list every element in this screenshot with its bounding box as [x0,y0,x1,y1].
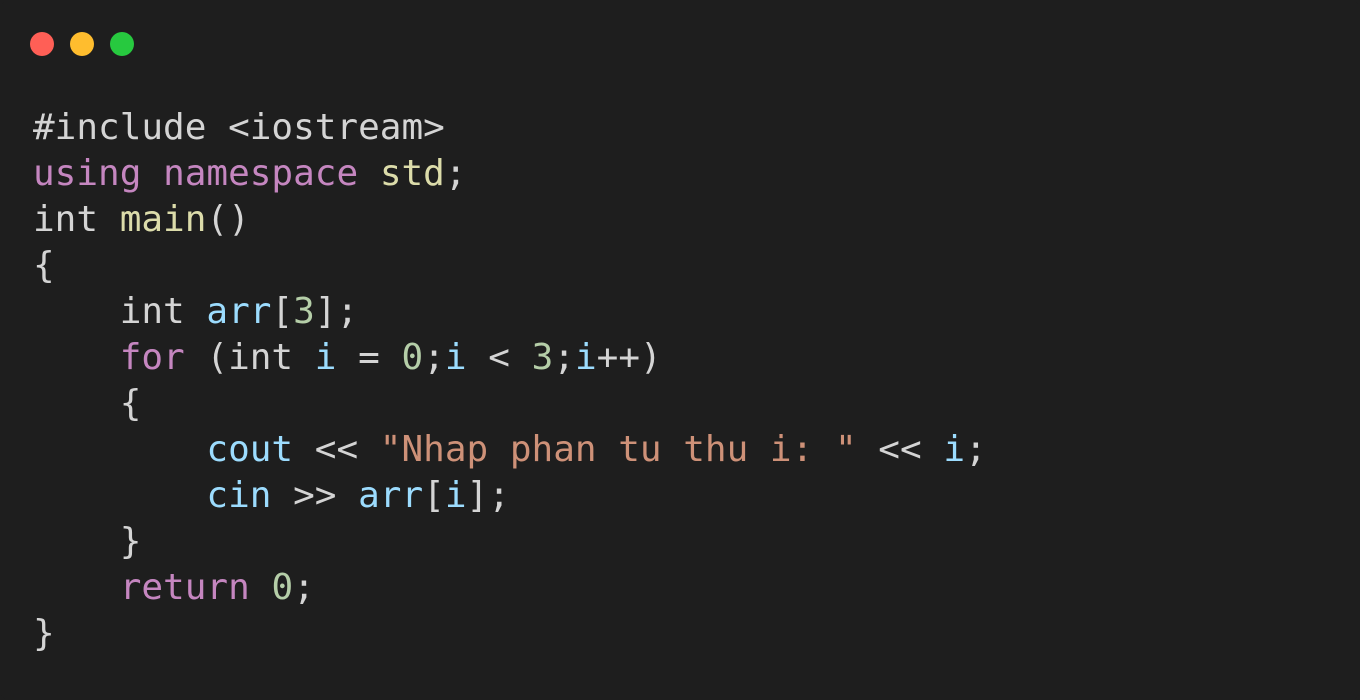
code-token: < [466,337,532,378]
code-token: return [119,567,250,608]
code-token: { [33,245,55,286]
code-token: int [33,291,207,332]
code-line: int arr[3]; [33,289,987,335]
code-line: return 0; [33,565,987,611]
code-token: [ [423,475,445,516]
code-token: ; [444,153,467,194]
code-token: () [206,199,250,240]
code-line: using namespace std; [33,151,987,197]
code-block: #include <iostream> using namespace std; i… [33,105,987,657]
code-line: int main() [33,197,987,243]
code-line: for (int i = 0;i < 3;i++) [33,335,987,381]
code-token: [ [271,291,294,332]
code-token: >> [271,475,359,516]
code-token: ; [553,337,575,378]
code-token: ; [423,337,445,378]
code-token: ]; [466,475,510,516]
code-token: namespace [163,153,359,194]
code-token: ]; [314,291,359,332]
code-line: { [33,243,987,289]
code-token: ++) [596,337,662,378]
code-token: } [33,521,142,562]
code-token: i [574,337,597,378]
code-token: std [379,153,445,194]
code-token: 3 [293,291,315,332]
close-button[interactable] [30,32,54,56]
window-controls [30,32,134,56]
code-token: cin [206,475,272,516]
code-token: i [314,337,337,378]
code-window: #include <iostream> using namespace std; i… [0,0,1360,700]
code-line: } [33,519,987,565]
zoom-button[interactable] [110,32,134,56]
code-token: 0 [271,567,294,608]
code-token: using [33,153,142,194]
code-token: } [33,613,55,654]
code-line: cout << "Nhap phan tu thu i: " << i; [33,427,987,473]
code-token: = [336,337,402,378]
minimize-button[interactable] [70,32,94,56]
code-token: for [119,337,185,378]
code-token: (int [184,337,315,378]
code-line: } [33,611,987,657]
code-token: ; [965,429,987,470]
code-token: #include <iostream> [33,107,445,148]
code-token: cout [206,429,294,470]
code-token: main [119,199,207,240]
code-token: int [33,199,120,240]
code-token: { [33,383,142,424]
code-token: arr [206,291,272,332]
code-token: ; [293,567,315,608]
code-line: #include <iostream> [33,105,987,151]
code-token: 3 [531,337,554,378]
code-line: { [33,381,987,427]
code-line: cin >> arr[i]; [33,473,987,519]
code-token: i [444,337,467,378]
code-token: i [444,475,467,516]
code-token: << [856,429,944,470]
code-token: i [943,429,966,470]
code-token: 0 [401,337,424,378]
code-token: << [293,429,380,470]
code-token: "Nhap phan tu thu i: " [379,429,857,470]
code-token: arr [358,475,424,516]
